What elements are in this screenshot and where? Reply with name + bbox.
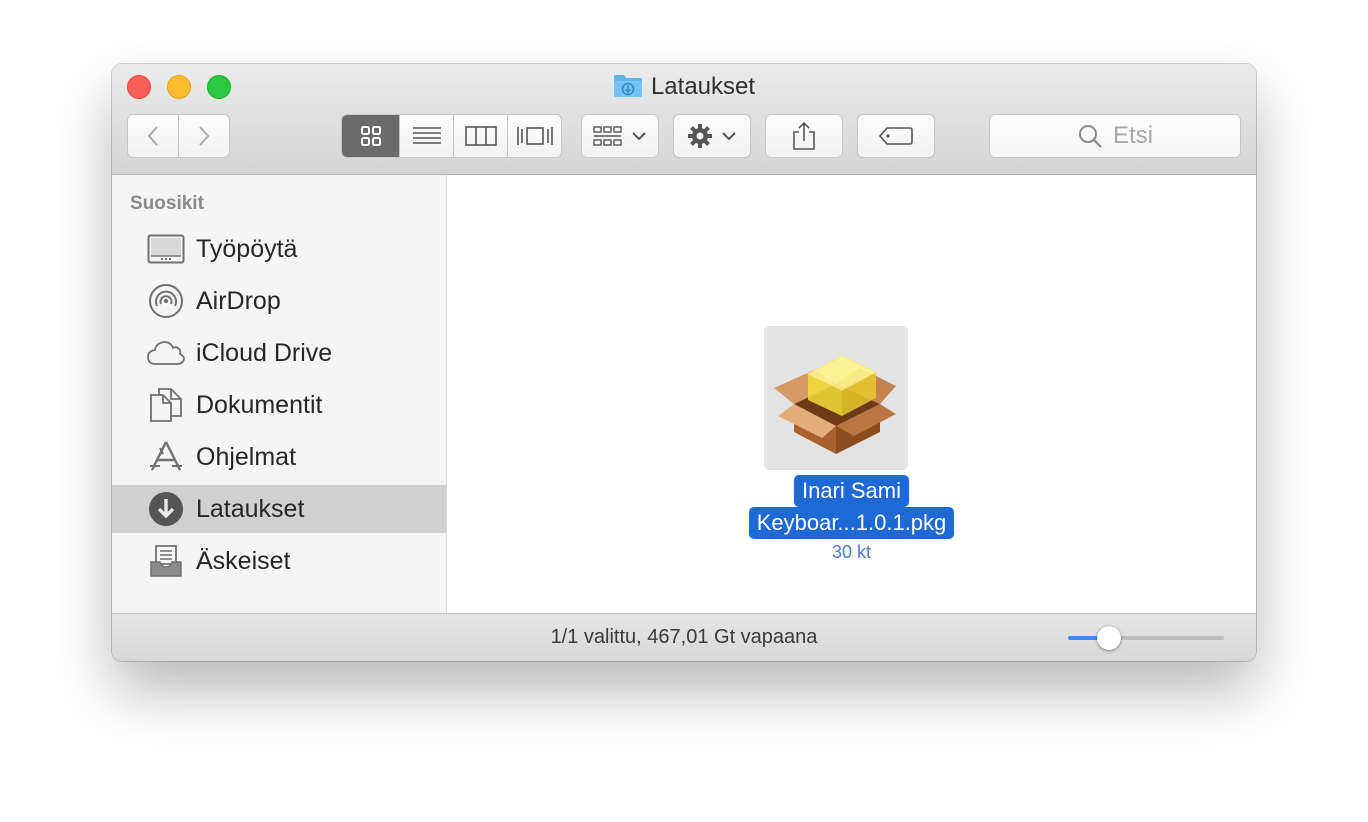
search-placeholder: Etsi (1112, 122, 1153, 149)
recents-icon (147, 545, 185, 577)
share-icon (793, 121, 815, 150)
sidebar-item-recents[interactable]: Äskeiset (112, 537, 446, 585)
icon-view-button[interactable] (342, 115, 400, 157)
share-button[interactable] (765, 114, 843, 158)
file-browser-content: Inari Sami Keyboar...1.0.1.pkg 30 kt (447, 175, 1256, 613)
sidebar-item-icloud-drive[interactable]: iCloud Drive (112, 329, 446, 377)
finder-window: Lataukset Etsi Suosikit Työpöytä AirDrop… (112, 64, 1256, 661)
sidebar-item-airdrop[interactable]: AirDrop (112, 277, 446, 325)
view-mode-selector (341, 114, 562, 158)
cover-flow-icon (516, 127, 553, 145)
column-view-button[interactable] (454, 115, 508, 157)
search-icon (1078, 125, 1102, 148)
gear-icon (688, 124, 712, 148)
list-view-button[interactable] (400, 115, 454, 157)
file-name-line2: Keyboar...1.0.1.pkg (748, 507, 955, 539)
icon-size-slider[interactable] (1068, 626, 1224, 650)
chevron-down-icon (632, 132, 646, 141)
sidebar-item-downloads[interactable]: Lataukset (112, 485, 446, 533)
tag-icon (878, 127, 913, 145)
cloud-icon (147, 337, 185, 369)
window-title: Lataukset (112, 72, 1256, 106)
sidebar-item-label: Lataukset (196, 495, 305, 523)
tags-button[interactable] (857, 114, 935, 158)
cover-flow-view-button[interactable] (508, 115, 561, 157)
chevron-down-icon (722, 132, 736, 141)
slider-knob[interactable] (1096, 626, 1121, 650)
sidebar-item-label: Äskeiset (196, 547, 291, 575)
window-title-text: Lataukset (650, 73, 756, 100)
grid-icon (360, 126, 381, 146)
file-name-line1: Inari Sami (793, 475, 910, 507)
arrange-grid-icon (593, 126, 622, 146)
sidebar-item-label: Työpöytä (196, 235, 298, 263)
sidebar-item-label: iCloud Drive (196, 339, 333, 367)
file-item-icon-wrapper[interactable] (764, 326, 908, 470)
arrange-button[interactable] (581, 114, 659, 158)
downloads-folder-icon (613, 74, 643, 106)
sidebar-item-desktop[interactable]: Työpöytä (112, 225, 446, 273)
chevron-left-icon (147, 126, 158, 146)
file-item-size: 30 kt (831, 542, 872, 562)
sidebar-heading: Suosikit (130, 193, 204, 214)
downloads-icon (147, 492, 185, 526)
list-icon (412, 127, 441, 144)
columns-icon (464, 126, 497, 146)
sidebar-item-label: Dokumentit (196, 391, 323, 419)
forward-button[interactable] (178, 114, 230, 158)
action-button[interactable] (673, 114, 751, 158)
documents-icon (147, 388, 185, 422)
airdrop-icon (147, 284, 185, 318)
package-icon (774, 355, 896, 454)
back-button[interactable] (127, 114, 179, 158)
titlebar: Lataukset Etsi (112, 64, 1256, 175)
status-bar: 1/1 valittu, 467,01 Gt vapaana (112, 613, 1256, 661)
search-field[interactable]: Etsi (989, 114, 1241, 158)
desktop-icon (147, 233, 185, 265)
sidebar-item-label: Ohjelmat (196, 443, 297, 471)
sidebar-item-label: AirDrop (196, 287, 281, 315)
chevron-right-icon (199, 126, 210, 146)
sidebar-item-documents[interactable]: Dokumentit (112, 381, 446, 429)
file-item-name[interactable]: Inari Sami Keyboar...1.0.1.pkg (447, 475, 1256, 539)
sidebar-item-applications[interactable]: Ohjelmat (112, 433, 446, 481)
applications-icon (147, 441, 185, 473)
sidebar: Suosikit Työpöytä AirDrop iCloud Drive D… (112, 175, 447, 613)
